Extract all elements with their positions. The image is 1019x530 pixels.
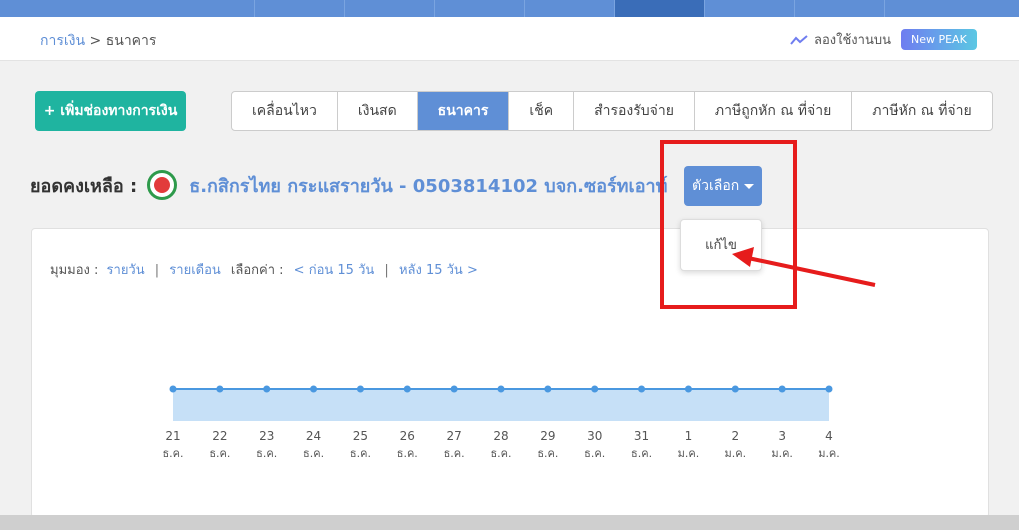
annotation-arrow-icon (732, 247, 876, 287)
horizontal-scrollbar[interactable] (0, 515, 1019, 530)
